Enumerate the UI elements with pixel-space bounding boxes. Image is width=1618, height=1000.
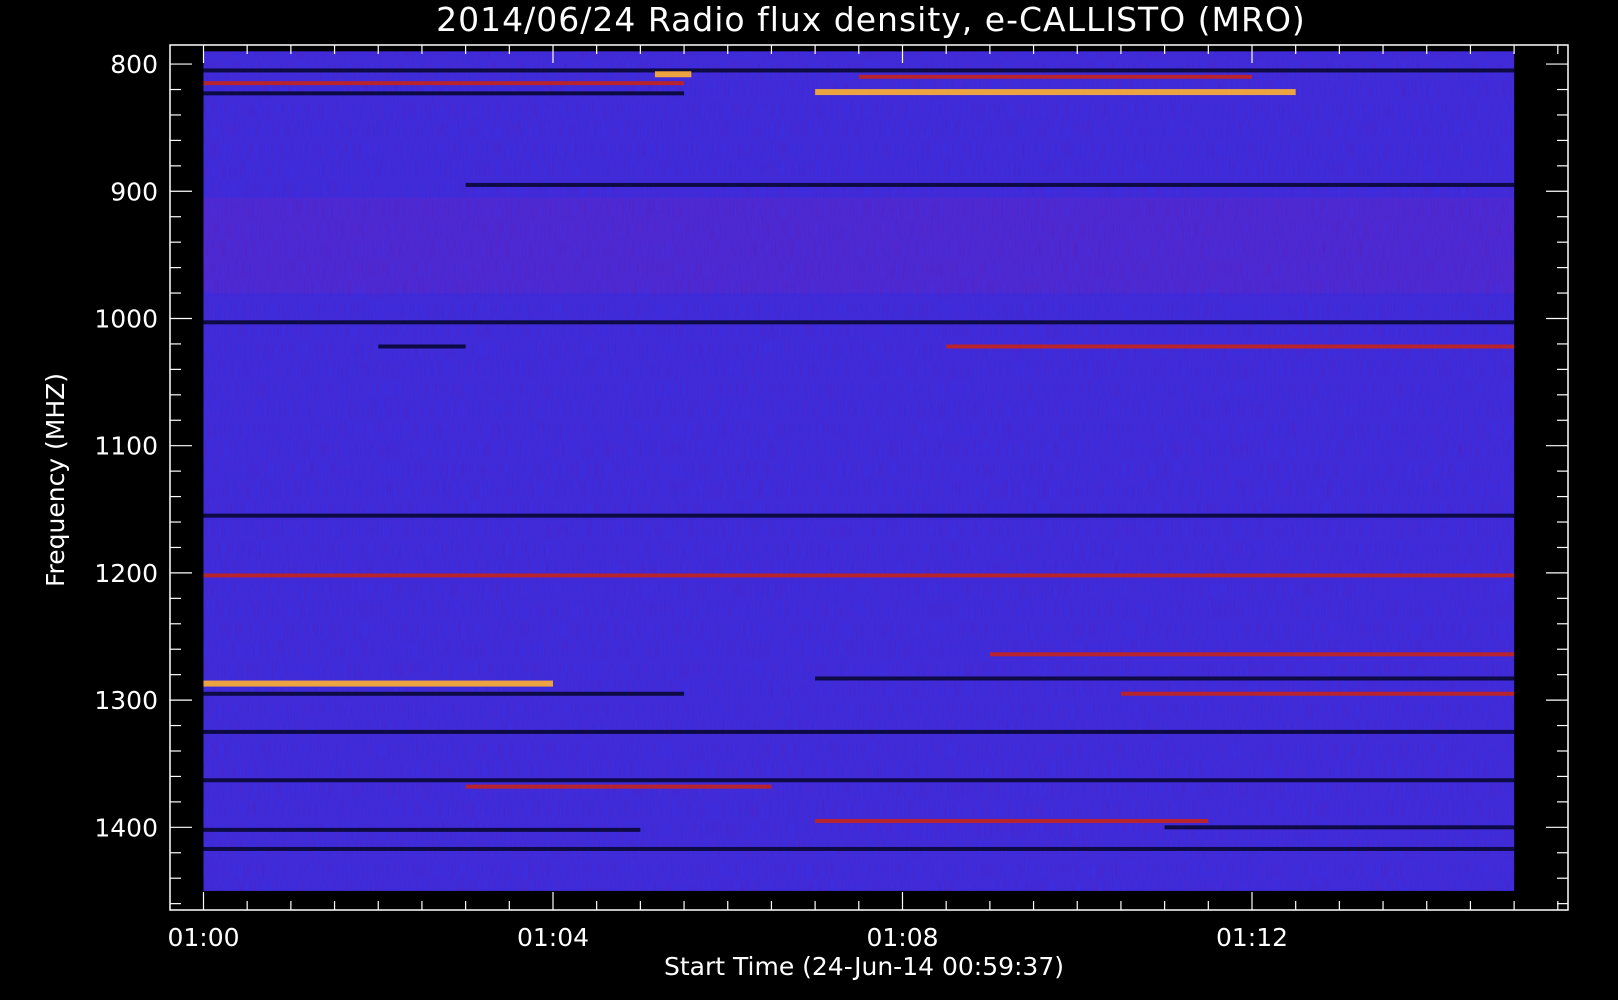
y-tick-label: 1300 (94, 686, 158, 715)
y-tick-label: 800 (110, 50, 158, 79)
spectral-band-dark (378, 344, 466, 349)
spectral-band-warm (203, 81, 685, 86)
y-tick-label: 900 (110, 177, 158, 206)
y-tick-label: 1000 (94, 304, 158, 333)
spectral-band-dark (203, 729, 1515, 734)
y-tick-label: 1100 (94, 432, 158, 461)
x-tick-label: 01:12 (1216, 923, 1288, 952)
plot-area (203, 51, 1515, 891)
spectral-band-dark (815, 676, 1515, 681)
spectral-band-dark (203, 320, 1515, 325)
spectral-band-warm (815, 818, 1209, 823)
y-axis-label: Frequency (MHZ) (41, 373, 70, 587)
spectral-band-hot (654, 71, 692, 78)
spectral-band-warm (465, 784, 772, 789)
spectral-band-warm (858, 74, 1252, 79)
radio-spectrogram-chart: 2014/06/24 Radio flux density, e-CALLIST… (0, 0, 1618, 1000)
y-tick-label: 1200 (94, 559, 158, 588)
spectral-band-dark (465, 182, 1515, 187)
spectral-band-dark (203, 778, 1515, 783)
y-tick-label: 1400 (94, 813, 158, 842)
spectral-band-warm (946, 344, 1515, 349)
spectral-band-warm (203, 573, 1515, 578)
x-tick-label: 01:00 (167, 923, 239, 952)
spectral-band-dark (203, 846, 1515, 851)
spectral-band-warm (1120, 691, 1515, 696)
spectral-band-dark (203, 91, 685, 96)
spectral-band-warm (989, 652, 1515, 657)
chart-title: 2014/06/24 Radio flux density, e-CALLIST… (436, 0, 1306, 39)
spectral-band-dark (1164, 825, 1515, 830)
spectral-band-dark (203, 513, 1515, 518)
noise-texture (203, 51, 1515, 891)
x-axis-label: Start Time (24-Jun-14 00:59:37) (664, 952, 1064, 981)
spectral-band-dark (203, 68, 1515, 73)
spectral-band-dark (203, 827, 641, 832)
x-tick-label: 01:04 (517, 923, 589, 952)
spectral-band-dark (203, 691, 685, 696)
spectral-band-hot (815, 89, 1296, 96)
x-tick-label: 01:08 (866, 923, 938, 952)
spectral-band-hot (203, 680, 553, 687)
